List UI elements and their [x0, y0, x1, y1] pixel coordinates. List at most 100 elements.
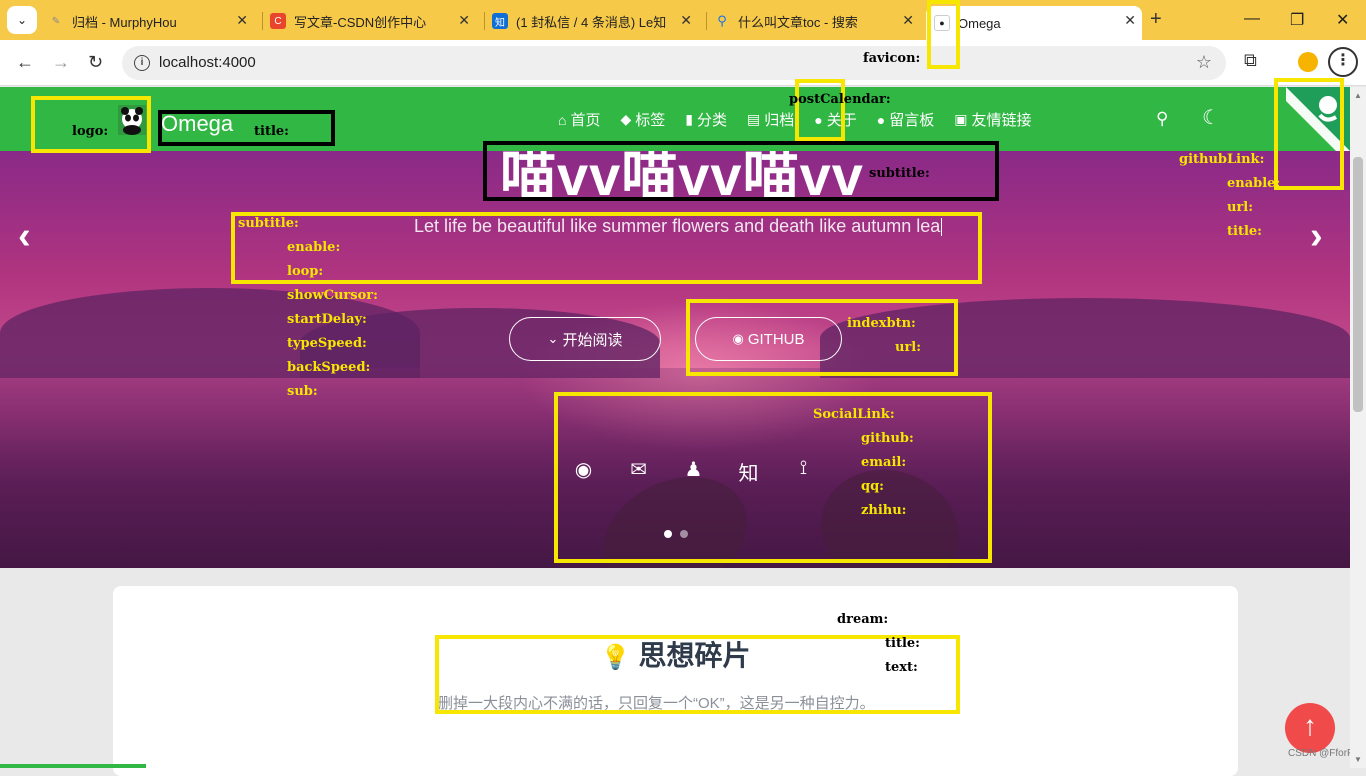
profile-avatar[interactable]: [1298, 52, 1318, 72]
close-window-button[interactable]: ✕: [1336, 10, 1349, 30]
annotation-box-postcalendar: [795, 79, 845, 141]
annotation-label: githubLink:: [1179, 152, 1265, 167]
carousel-prev-button[interactable]: ‹: [18, 215, 31, 258]
search-icon[interactable]: ⚲: [1156, 109, 1168, 129]
annotation-label: logo:: [72, 124, 109, 139]
home-icon: ⌂: [558, 111, 567, 128]
nav-label: 首页: [570, 112, 601, 129]
annotation-label: typeSpeed:: [287, 336, 367, 351]
annotation-label: url:: [895, 340, 922, 355]
reading-progress-bar: [0, 764, 146, 768]
annotation-label: indexbtn:: [847, 316, 916, 331]
extensions-icon[interactable]: ⧉: [1244, 50, 1257, 71]
tab-title: Omega: [958, 15, 1001, 31]
bookmark-star-icon[interactable]: ☆: [1196, 52, 1212, 73]
close-tab-icon[interactable]: ✕: [902, 12, 914, 29]
nav-friend-links[interactable]: ▣ 友情链接: [954, 109, 1031, 130]
annotation-label: startDelay:: [287, 312, 367, 327]
close-tab-icon[interactable]: ✕: [680, 12, 692, 29]
scrollbar-thumb[interactable]: [1353, 157, 1363, 412]
double-chevron-down-icon: ⌄: [547, 331, 559, 346]
forward-arrow-icon[interactable]: →: [52, 52, 70, 73]
annotation-label: zhihu:: [861, 503, 907, 518]
tab-title: 写文章-CSDN创作中心: [294, 14, 427, 30]
page-scrollbar[interactable]: ▲ ▼: [1350, 87, 1366, 768]
zhihu-icon: 知: [492, 13, 508, 29]
annotation-box-title: [158, 110, 335, 146]
tab-separator: [262, 12, 263, 30]
address-card-icon: ▣: [954, 111, 968, 127]
annotation-label: title:: [885, 636, 920, 651]
annotation-label: subtitle:: [869, 166, 930, 181]
tab-separator: [706, 12, 707, 30]
browser-toolbar: ← → ↻ i localhost:4000 ☆: [0, 40, 1366, 86]
annotation-label: SocialLink:: [813, 407, 895, 422]
annotation-label: sub:: [287, 384, 318, 399]
chevron-down-icon: ⌄: [16, 13, 28, 27]
browser-menu-icon[interactable]: ⋮: [1328, 47, 1358, 77]
annotation-label: postCalendar:: [789, 92, 891, 107]
minimize-button[interactable]: —: [1244, 10, 1260, 28]
annotation-box-githublink: [1274, 78, 1344, 190]
nav-guestbook[interactable]: ● 留言板: [877, 109, 934, 130]
annotation-label: subtitle:: [238, 216, 299, 231]
scroll-up-icon[interactable]: ▲: [1354, 91, 1362, 100]
close-tab-icon[interactable]: ✕: [1124, 12, 1136, 29]
nav-label: 友情链接: [971, 112, 1032, 129]
nav-archive[interactable]: ▤ 归档: [747, 109, 794, 130]
annotation-label: title:: [254, 124, 289, 139]
annotation-label: text:: [885, 660, 918, 675]
archive-icon: ▤: [747, 111, 761, 127]
browser-tab[interactable]: ⚲ 什么叫文章toc - 搜索 ✕: [714, 6, 920, 36]
search-icon: ⚲: [717, 13, 727, 28]
scroll-to-top-button[interactable]: ↑: [1285, 703, 1335, 753]
tab-title: 归档 - MurphyHou: [72, 14, 177, 30]
back-arrow-icon[interactable]: ←: [16, 52, 34, 73]
close-tab-icon[interactable]: ✕: [458, 12, 470, 29]
site-info-icon[interactable]: i: [134, 55, 150, 71]
nav-label: 分类: [697, 112, 728, 129]
browser-tab[interactable]: C 写文章-CSDN创作中心 ✕: [270, 6, 476, 36]
browser-tab-strip: ⌄ ✎ 归档 - MurphyHou ✕ C 写文章-CSDN创作中心 ✕ 知 …: [0, 0, 1366, 40]
annotation-label: title:: [1227, 224, 1262, 239]
button-label: 开始阅读: [562, 331, 623, 349]
annotation-label: qq:: [861, 479, 884, 494]
annotation-box-indexbtn: [686, 299, 958, 376]
annotation-label: email:: [861, 455, 907, 470]
nav-label: 标签: [635, 112, 666, 129]
annotation-label: loop:: [287, 264, 324, 279]
browser-tab[interactable]: 知 (1 封私信 / 4 条消息) Le知 ✕: [492, 6, 698, 36]
bookmark-icon: ▮: [685, 111, 693, 127]
comments-icon: ●: [876, 111, 886, 128]
browser-tab[interactable]: ✎ 归档 - MurphyHou ✕: [48, 6, 254, 36]
annotation-label: enable:: [1227, 176, 1281, 191]
tags-icon: ◆: [620, 111, 632, 127]
feather-icon: ✎: [51, 15, 61, 27]
tab-search-dropdown[interactable]: ⌄: [7, 6, 37, 34]
nav-label: 留言板: [889, 112, 935, 129]
nav-home[interactable]: ⌂ 首页: [558, 109, 600, 130]
scroll-down-icon[interactable]: ▼: [1354, 755, 1362, 764]
annotation-label: showCursor:: [287, 288, 378, 303]
annotation-box-favicon: [927, 0, 960, 69]
annotation-box-dream: [435, 635, 960, 714]
tab-title: (1 封私信 / 4 条消息) Le知: [516, 14, 666, 30]
new-tab-button[interactable]: +: [1150, 8, 1162, 31]
carousel-next-button[interactable]: ›: [1310, 215, 1323, 258]
start-reading-button[interactable]: ⌄ 开始阅读: [509, 317, 661, 361]
address-bar[interactable]: i localhost:4000 ☆: [122, 46, 1226, 80]
reload-icon[interactable]: ↻: [88, 52, 103, 73]
annotation-label: backSpeed:: [287, 360, 371, 375]
annotation-label: github:: [861, 431, 914, 446]
annotation-label: dream:: [837, 612, 889, 627]
moon-icon[interactable]: ☾: [1202, 105, 1220, 130]
nav-categories[interactable]: ▮ 分类: [685, 109, 727, 130]
annotation-label: url:: [1227, 200, 1254, 215]
tab-separator: [484, 12, 485, 30]
annotation-box-subtitle: [231, 212, 982, 284]
address-url[interactable]: localhost:4000: [159, 54, 256, 71]
nav-tags[interactable]: ◆ 标签: [620, 109, 665, 130]
annotation-box-sociallink: [554, 392, 992, 563]
close-tab-icon[interactable]: ✕: [236, 12, 248, 29]
maximize-button[interactable]: ❐: [1290, 10, 1304, 30]
